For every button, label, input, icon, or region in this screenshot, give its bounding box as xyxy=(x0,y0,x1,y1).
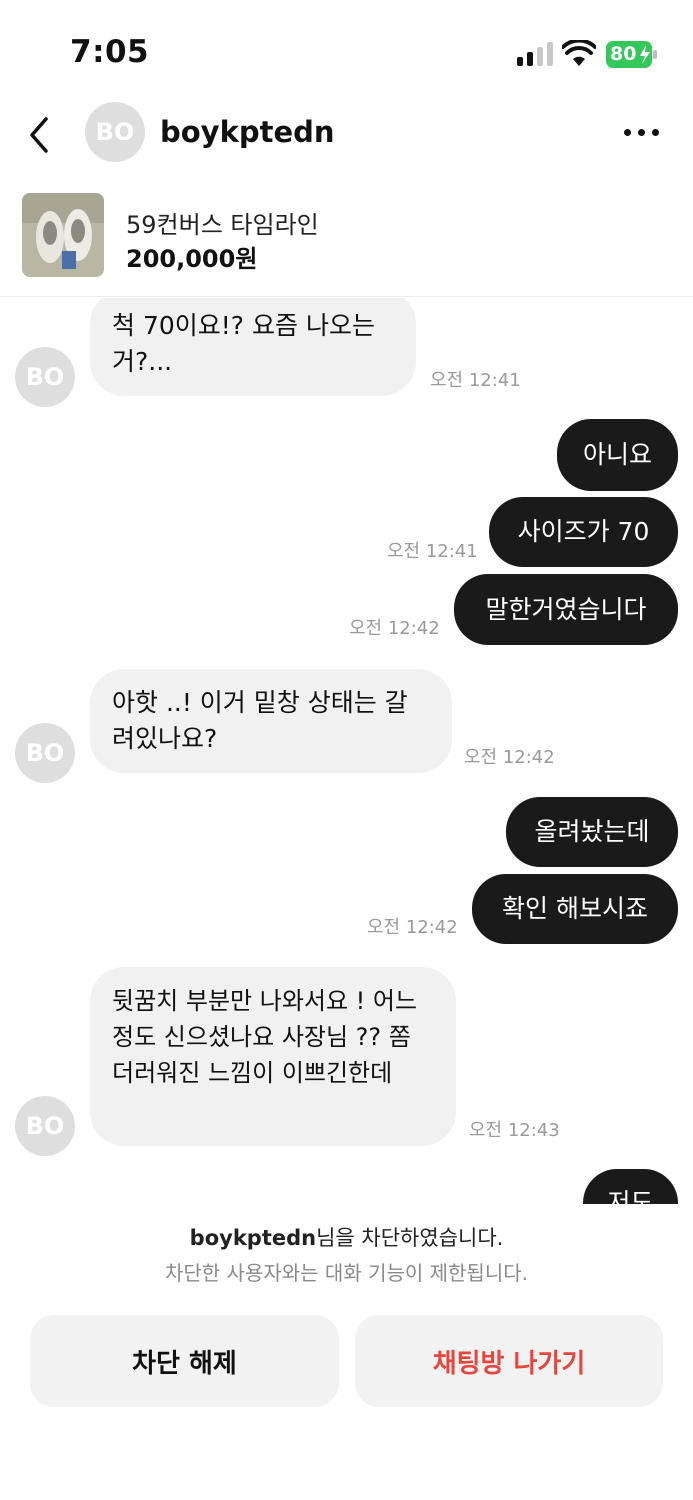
chat-header: BO boykptedn xyxy=(0,95,693,175)
message-time: 오전 12:42 xyxy=(349,618,440,639)
more-options-icon[interactable] xyxy=(620,125,664,141)
message-time: 오전 12:43 xyxy=(469,1120,560,1141)
outgoing-message[interactable]: 말한거였습니다 xyxy=(454,574,678,645)
product-price: 200,000원 xyxy=(126,245,258,273)
product-title: 59컨버스 타임라인 xyxy=(126,211,319,239)
message-time: 오전 12:41 xyxy=(430,370,521,391)
avatar[interactable]: BO xyxy=(15,723,75,783)
blocked-notice-panel: boykptedn님을 차단하였습니다. 차단한 사용자와는 대화 기능이 제한… xyxy=(0,1205,693,1500)
chat-partner-name[interactable]: boykptedn xyxy=(160,115,335,149)
avatar[interactable]: BO xyxy=(15,1096,75,1156)
leave-chat-button[interactable]: 채팅방 나가기 xyxy=(355,1315,663,1407)
outgoing-message[interactable]: 확인 해보시죠 xyxy=(472,874,678,944)
product-image[interactable] xyxy=(22,193,104,277)
incoming-message[interactable]: 아핫 ..! 이거 밑창 상태는 갈려있나요? xyxy=(90,669,452,773)
status-time: 7:05 xyxy=(70,34,150,70)
outgoing-message[interactable]: 저도 xyxy=(583,1169,678,1204)
back-arrow-icon[interactable] xyxy=(24,113,56,157)
blocked-message: boykptedn님을 차단하였습니다. xyxy=(0,1222,693,1252)
outgoing-message[interactable]: 아니요 xyxy=(557,419,678,491)
outgoing-message[interactable]: 사이즈가 70 xyxy=(489,497,678,567)
wifi-icon xyxy=(562,40,596,66)
incoming-message[interactable]: 척 70이요!? 요즘 나오는 거?... xyxy=(90,298,416,396)
cellular-signal-icon xyxy=(517,42,553,66)
battery-icon: 80 xyxy=(606,41,658,68)
avatar[interactable]: BO xyxy=(15,347,75,407)
incoming-message[interactable]: 뒷꿈치 부분만 나와서요 ! 어느정도 신으셨나요 사장님 ?? 쫌 더러워진 … xyxy=(90,967,456,1146)
message-list[interactable]: 척 70이요!? 요즘 나오는 거?... BO 오전 12:41 아니요 사이… xyxy=(0,298,693,1204)
avatar[interactable]: BO xyxy=(85,102,145,162)
battery-level: 80 xyxy=(610,43,637,65)
unblock-button[interactable]: 차단 해제 xyxy=(30,1315,339,1407)
blocked-sub-message: 차단한 사용자와는 대화 기능이 제한됩니다. xyxy=(165,1261,528,1285)
status-bar: 7:05 80 xyxy=(0,0,693,100)
blocked-message-text: 님을 차단하였습니다. xyxy=(316,1226,504,1250)
product-summary[interactable]: 59컨버스 타임라인 200,000원 xyxy=(0,185,693,297)
blocked-username: boykptedn xyxy=(189,1226,317,1250)
outgoing-message[interactable]: 올려놨는데 xyxy=(506,797,678,867)
message-time: 오전 12:41 xyxy=(387,541,478,562)
message-time: 오전 12:42 xyxy=(464,747,555,768)
message-time: 오전 12:42 xyxy=(367,917,458,938)
